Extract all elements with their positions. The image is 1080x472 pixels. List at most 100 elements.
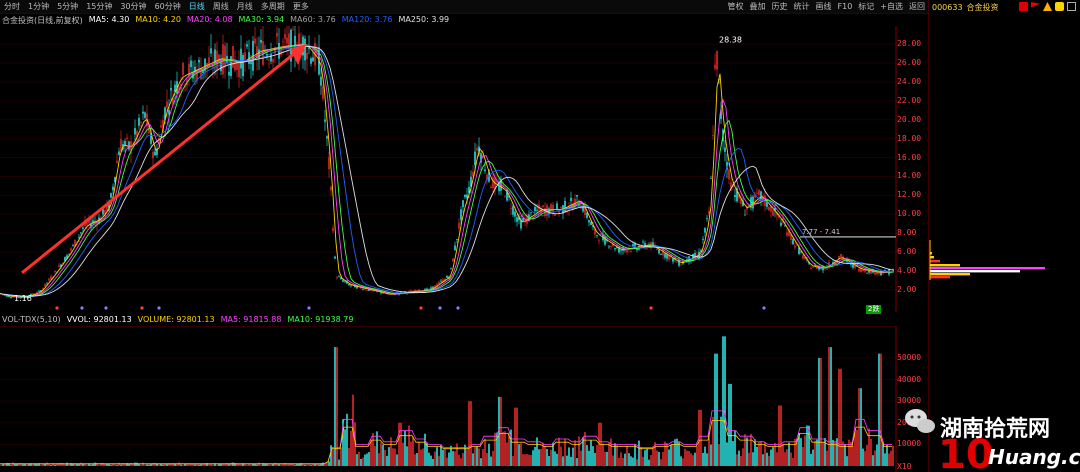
volume-bar [862,448,864,466]
volume-bar [856,429,858,466]
volume-bar [848,439,850,466]
volume-bar [864,450,866,466]
volume-bar [780,405,782,466]
volume-bar [834,441,836,466]
candle-body [728,169,730,180]
volume-bar [820,357,822,466]
volume-bar [642,456,644,466]
volume-bar [386,455,388,466]
candle-body [578,204,580,206]
chip-bar [930,260,940,263]
volume-chart[interactable] [0,326,897,472]
candle-body [460,209,462,220]
volume-bar [748,452,750,466]
candle-body [866,272,868,274]
chart-title: 合金投资(日线,前复权) [2,16,83,25]
volume-bar [872,455,874,466]
period-tab-7[interactable]: 周线 [209,0,233,14]
toolbar-action-1[interactable]: 叠加 [747,0,769,14]
price-tick-label: 8.00 [897,228,917,238]
candle-body [238,60,240,78]
volume-bar [78,464,80,466]
volume-legend: VOL-TDX(5,10) VVOL: 92801.13 VOLUME: 9280… [2,315,353,326]
toolbar-action-3[interactable]: 统计 [791,0,813,14]
candle-body [320,76,322,86]
volume-bar [60,462,62,466]
period-tab-4[interactable]: 30分钟 [116,0,150,14]
alert-icon[interactable] [1019,2,1028,11]
volume-bar [86,464,88,466]
ma-legend: 合金投资(日线,前复权) MA5: 4.30 MA10: 4.20 MA20: 4.… [2,15,449,26]
volume-bar [770,449,772,466]
period-tab-10[interactable]: 更多 [289,0,313,14]
volume-ma5-line [0,410,892,465]
kline-chart[interactable]: 28.38 1.16 7.77 - 7.41 [0,26,897,312]
flag-icon[interactable] [1031,2,1040,8]
volume-bar [256,464,258,466]
volume-bar [742,448,744,466]
volume-bar [546,448,548,466]
expand-icon[interactable] [1067,2,1076,11]
volume-bar [94,462,96,466]
period-tab-0[interactable]: 分时 [0,0,24,14]
volume-bar [662,451,664,466]
volume-bar [842,441,844,466]
candle-body [492,177,494,189]
rise-fall-badge[interactable]: 2跌 [866,305,882,314]
volume-bar [744,434,746,466]
volume-title: VOL-TDX(5,10) [2,315,61,324]
candle-body [220,62,222,72]
toolbar-action-8[interactable]: 返回 [906,0,928,14]
toolbar-action-0[interactable]: 管权 [725,0,747,14]
period-tab-6[interactable]: 日线 [185,0,209,14]
period-tab-8[interactable]: 月线 [233,0,257,14]
period-toolbar: 分时 1分钟 5分钟 15分钟 30分钟 60分钟 日线 周线 月线 多周期 更多 管权 叠加 历史 统计… [0,0,928,14]
volume-bar [576,458,578,466]
volume-bar [456,443,458,466]
candle-body [704,227,706,233]
volume-bar [626,445,628,466]
event-marker [307,306,311,310]
toolbar-action-6[interactable]: 标记 [855,0,877,14]
toolbar-action-2[interactable]: 历史 [769,0,791,14]
candle-body [512,206,514,215]
volume-bar [46,462,48,466]
period-tab-9[interactable]: 多周期 [257,0,289,14]
volume-bar [846,456,848,466]
candle-body [476,147,478,151]
volume-bar [702,452,704,466]
event-marker [456,306,460,310]
price-tick-label: 22.00 [897,95,922,105]
stock-name: 合金投资 [966,2,999,12]
period-tab-5[interactable]: 60分钟 [151,0,185,14]
vol-legend-item-ma5: MA5: 91815.88 [220,315,282,324]
warning-icon[interactable] [1043,2,1052,11]
volume-tick-label: 50000 [897,352,922,362]
volume-bar [792,457,794,466]
period-tab-2[interactable]: 5分钟 [53,0,82,14]
candle-body [500,181,502,191]
volume-bar [852,445,854,466]
volume-ma10-line [0,420,892,465]
candle-body [394,294,396,296]
price-tick-label: 10.00 [897,209,922,219]
volume-bar [42,464,44,466]
volume-bar [826,450,828,466]
chat-icon[interactable] [1055,2,1064,11]
candle-body [382,293,384,295]
volume-bar [142,462,144,466]
toolbar-action-7[interactable]: +自选 [877,0,906,14]
volume-bar [486,453,488,466]
period-tab-1[interactable]: 1分钟 [24,0,53,14]
event-marker [80,306,84,310]
candle-body [522,218,524,222]
volume-bar [346,413,348,466]
candle-body [632,244,634,247]
candle-body [590,221,592,226]
toolbar-action-5[interactable]: F10 [835,0,856,14]
volume-bar [398,422,400,466]
candle-body [284,33,286,40]
volume-bar [610,438,612,466]
period-tab-3[interactable]: 15分钟 [82,0,116,14]
toolbar-action-4[interactable]: 画线 [813,0,835,14]
